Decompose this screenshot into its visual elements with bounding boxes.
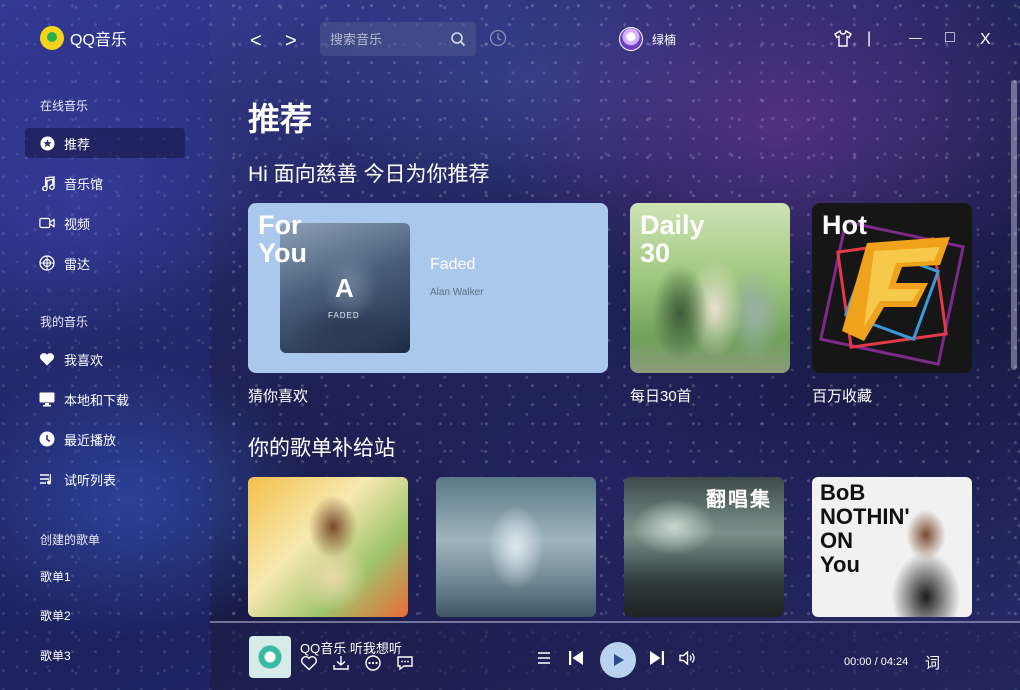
- section-my-music: 我的音乐: [40, 315, 89, 329]
- titlebar-divider: |: [867, 30, 872, 47]
- daily-title: Daily 30: [640, 211, 705, 267]
- app-name: QQ音乐: [70, 32, 127, 49]
- scrollbar[interactable]: [1011, 80, 1017, 370]
- for-you-title-line1: For: [258, 210, 302, 240]
- search-icon[interactable]: [450, 31, 466, 47]
- album-bob[interactable]: BoB NOTHIN' ON You: [812, 477, 972, 617]
- sidebar-item-favorites[interactable]: 我喜欢: [25, 344, 185, 374]
- volume-icon[interactable]: [678, 649, 698, 669]
- hot-card[interactable]: Hot: [812, 203, 972, 373]
- lyrics-button[interactable]: 词: [925, 652, 940, 673]
- username[interactable]: 绿楠: [652, 31, 676, 48]
- song-name[interactable]: Faded: [430, 256, 475, 274]
- section-created-playlists: 创建的歌单: [40, 533, 101, 547]
- sidebar-item-recommend[interactable]: 推荐: [25, 128, 185, 158]
- album-title-line4: You: [820, 552, 860, 577]
- artist-name[interactable]: Alan Walker: [430, 287, 484, 298]
- cover-caption: FADED: [328, 311, 360, 320]
- playlist-queue-icon[interactable]: [535, 649, 555, 669]
- sidebar-item-label: 音乐馆: [64, 176, 104, 192]
- album-title: 翻唱集: [706, 489, 772, 511]
- player-actions: [300, 655, 414, 673]
- radar-icon: [39, 255, 55, 271]
- playlist-item-2[interactable]: 歌单2: [40, 607, 71, 624]
- for-you-card[interactable]: A FADED For You Faded Alan Walker: [248, 203, 608, 373]
- sidebar-item-label: 视频: [64, 216, 91, 232]
- sidebar-item-recent[interactable]: 最近播放: [25, 424, 185, 454]
- section-online-music: 在线音乐: [40, 99, 89, 113]
- back-button[interactable]: <: [250, 30, 262, 53]
- sidebar-item-label: 本地和下载: [64, 392, 130, 408]
- shirt-icon[interactable]: [834, 29, 852, 52]
- cover-mark: A: [335, 273, 354, 303]
- section-playlist-supply: 你的歌单补给站: [248, 437, 395, 460]
- playlist-item-3[interactable]: 歌单3: [40, 647, 71, 664]
- voice-search-icon[interactable]: [489, 29, 507, 47]
- play-icon: [614, 654, 624, 666]
- search-input[interactable]: [330, 31, 440, 47]
- sidebar-item-radar[interactable]: 雷达: [25, 248, 185, 278]
- close-button[interactable]: X: [980, 31, 991, 49]
- hot-label[interactable]: 百万收藏: [812, 385, 872, 406]
- search-box[interactable]: [320, 22, 476, 56]
- next-track-icon[interactable]: [648, 649, 668, 669]
- album-anime-girl[interactable]: [248, 477, 408, 617]
- sidebar-item-label: 雷达: [64, 256, 91, 272]
- previous-track-icon[interactable]: [567, 649, 587, 669]
- for-you-title-line2: You: [258, 238, 307, 268]
- daily-title-line2: 30: [640, 238, 671, 268]
- daily-title-line1: Daily: [640, 210, 705, 240]
- album-misty-city[interactable]: [436, 477, 596, 617]
- avatar[interactable]: [619, 27, 643, 51]
- minimize-button[interactable]: —: [909, 30, 922, 45]
- sidebar: QQ音乐 在线音乐 推荐 音乐馆 视频 雷达 我的音乐 我喜欢 本地和下载 最近…: [0, 0, 210, 690]
- page-title: 推荐: [248, 101, 313, 137]
- for-you-label[interactable]: 猜你喜欢: [248, 385, 308, 406]
- for-you-title: For You: [258, 211, 318, 267]
- video-icon: [39, 215, 55, 231]
- sidebar-item-video[interactable]: 视频: [25, 208, 185, 238]
- sidebar-item-label: 最近播放: [64, 432, 117, 448]
- maximize-button[interactable]: □: [945, 29, 955, 47]
- download-icon[interactable]: [332, 655, 350, 673]
- sidebar-item-music-hall[interactable]: 音乐馆: [25, 168, 185, 198]
- star-icon: [39, 135, 55, 151]
- greeting-text: Hi 面向慈善 今日为你推荐: [248, 163, 490, 186]
- heart-icon: [39, 351, 55, 367]
- playlist-item-1[interactable]: 歌单1: [40, 568, 71, 585]
- sidebar-item-trial-list[interactable]: 试听列表: [25, 464, 185, 494]
- now-playing-cover[interactable]: [249, 636, 291, 678]
- artist-photo: [886, 497, 964, 617]
- more-icon[interactable]: [364, 655, 382, 673]
- music-note-icon: [39, 175, 55, 191]
- hot-title: Hot: [822, 210, 867, 240]
- daily-30-label[interactable]: 每日30首: [630, 385, 692, 406]
- sidebar-item-local-download[interactable]: 本地和下载: [25, 384, 185, 414]
- forward-button[interactable]: >: [285, 30, 297, 53]
- comment-icon[interactable]: [396, 655, 414, 673]
- player-bar: QQ音乐 听我想听 00:00 / 04:24 词: [210, 621, 1020, 690]
- playback-time: 00:00 / 04:24: [844, 656, 909, 668]
- album-title-line1: BoB: [820, 480, 866, 505]
- sidebar-item-label: 我喜欢: [64, 352, 104, 368]
- like-icon[interactable]: [300, 655, 318, 673]
- playlist-icon: [39, 471, 55, 487]
- app-logo[interactable]: QQ音乐: [40, 26, 127, 50]
- monitor-icon: [39, 391, 55, 407]
- album-fanchangji[interactable]: 翻唱集: [624, 477, 784, 617]
- album-title-line3: ON: [820, 528, 853, 553]
- qq-music-logo-icon: [40, 26, 64, 50]
- daily-30-card[interactable]: Daily 30: [630, 203, 790, 373]
- play-button[interactable]: [600, 642, 636, 678]
- sidebar-item-label: 试听列表: [64, 472, 117, 488]
- sidebar-item-label: 推荐: [64, 136, 91, 152]
- clock-icon: [39, 431, 55, 447]
